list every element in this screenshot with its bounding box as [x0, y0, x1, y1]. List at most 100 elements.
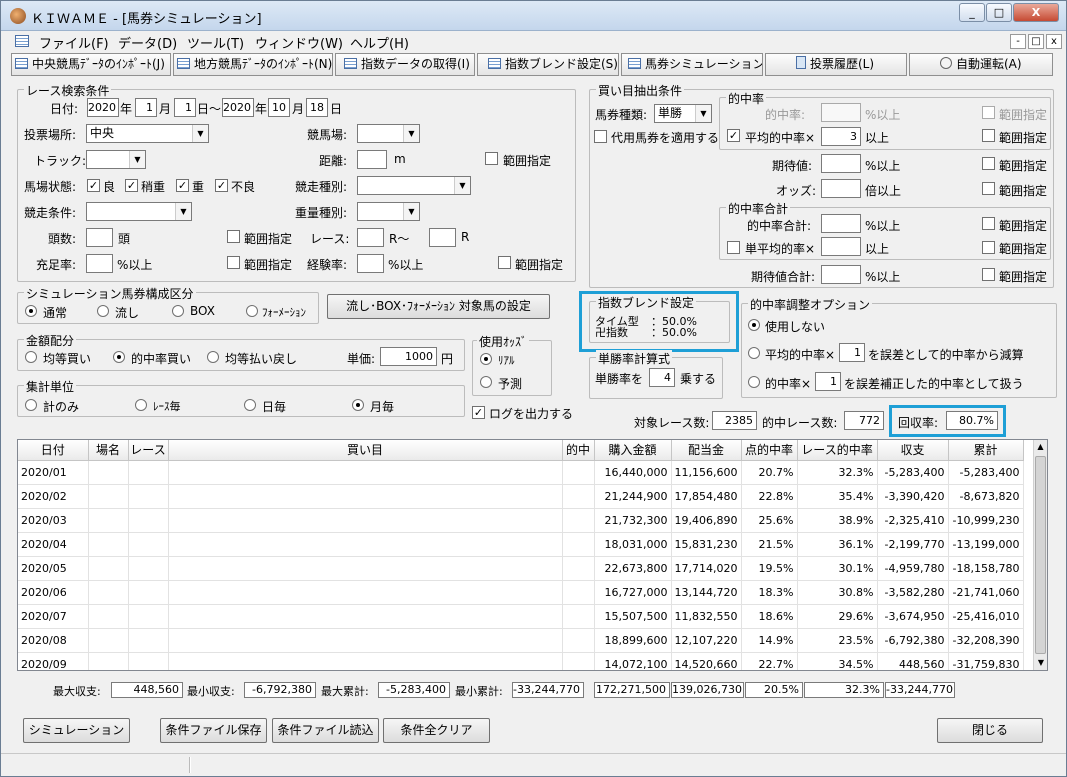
hit-rate-input[interactable] [821, 103, 861, 122]
sim-formation-radio[interactable] [246, 305, 258, 317]
to-month-input[interactable]: 10 [268, 98, 290, 117]
distance-input[interactable] [357, 150, 387, 169]
column-header[interactable]: 買い目 [168, 440, 563, 461]
column-header[interactable]: 配当金 [671, 440, 742, 461]
avg-hit-range-checkbox[interactable] [982, 129, 995, 142]
cond-good-checkbox[interactable]: ✓ [87, 179, 100, 192]
scroll-thumb[interactable] [1035, 456, 1046, 654]
substitute-ticket-checkbox[interactable] [594, 130, 607, 143]
menu-tools[interactable]: ツール(T) [187, 33, 244, 52]
mdi-close-button[interactable]: x [1046, 34, 1062, 49]
weight-type-select[interactable] [357, 202, 420, 221]
single-avg-input[interactable] [821, 237, 861, 256]
simulate-button[interactable]: シミュレーション [23, 718, 130, 743]
expected-value-input[interactable] [821, 154, 861, 173]
avg-hit-checkbox[interactable]: ✓ [727, 129, 740, 142]
column-header[interactable]: 累計 [948, 440, 1024, 461]
column-header[interactable]: 的中 [562, 440, 595, 461]
expected-range-checkbox[interactable] [982, 157, 995, 170]
column-header[interactable]: 収支 [877, 440, 949, 461]
to-year-input[interactable]: 2020 [222, 98, 254, 117]
mdi-minimize-button[interactable]: - [1010, 34, 1026, 49]
odds-range-checkbox[interactable] [982, 182, 995, 195]
course-select[interactable] [357, 124, 420, 143]
auto-run-button[interactable]: 自動運転(A) [909, 53, 1053, 76]
minimize-button[interactable]: _ [959, 3, 985, 22]
ticket-sim-button[interactable]: 馬券シミュレーション(B) [621, 53, 763, 76]
sim-box-radio[interactable] [172, 305, 184, 317]
close-button[interactable]: 閉じる [937, 718, 1043, 743]
table-scrollbar[interactable]: ▲ ▼ [1033, 440, 1047, 670]
table-row[interactable]: 2020/02 21,244,900 17,854,480 22.8% 35.4% -3,… [18, 484, 1024, 509]
cond-heavy-checkbox[interactable]: ✓ [176, 179, 189, 192]
race-from-input[interactable] [357, 228, 384, 247]
column-header[interactable]: 日付 [18, 440, 89, 461]
tansho-power-input[interactable]: 4 [649, 368, 675, 387]
hit-range-checkbox[interactable] [982, 106, 995, 119]
import-central-button[interactable]: 中央競馬ﾃﾞｰﾀのｲﾝﾎﾟｰﾄ(J) [11, 53, 171, 76]
distance-range-checkbox[interactable] [485, 152, 498, 165]
table-row[interactable]: 2020/01 16,440,000 11,156,600 20.7% 32.3% -5,… [18, 460, 1024, 485]
expected-total-range-checkbox[interactable] [982, 268, 995, 281]
agg-total-radio[interactable] [25, 399, 37, 411]
column-header[interactable]: 点的中率 [741, 440, 798, 461]
sim-nagashi-radio[interactable] [97, 305, 109, 317]
column-header[interactable]: レース [128, 440, 169, 461]
table-row[interactable]: 2020/08 18,899,600 12,107,220 14.9% 23.5% -6,… [18, 628, 1024, 653]
experience-rate-input[interactable] [357, 254, 384, 273]
agg-month-radio[interactable] [352, 399, 364, 411]
hit-total-range-checkbox[interactable] [982, 217, 995, 230]
adjust-none-radio[interactable] [748, 319, 760, 331]
heads-input[interactable] [86, 228, 113, 247]
odds-real-radio[interactable] [480, 353, 492, 365]
sim-normal-radio[interactable] [25, 305, 37, 317]
table-row[interactable]: 2020/07 15,507,500 11,832,550 18.6% 29.6% -3,… [18, 604, 1024, 629]
money-payout-radio[interactable] [207, 351, 219, 363]
scroll-down-icon[interactable]: ▼ [1034, 656, 1047, 670]
vote-history-button[interactable]: 投票履歴(L) [765, 53, 907, 76]
maximize-button[interactable]: □ [986, 3, 1012, 22]
clear-conditions-button[interactable]: 条件全クリア [383, 718, 490, 743]
cond-slightly-heavy-checkbox[interactable]: ✓ [125, 179, 138, 192]
column-header[interactable]: 場名 [88, 440, 129, 461]
menu-data[interactable]: データ(D) [118, 33, 177, 52]
race-condition-select[interactable] [86, 202, 192, 221]
mdi-restore-button[interactable]: □ [1028, 34, 1044, 49]
unit-price-input[interactable]: 1000 [380, 347, 437, 366]
expected-total-input[interactable] [821, 265, 861, 284]
column-header[interactable]: レース的中率 [797, 440, 878, 461]
money-hit-radio[interactable] [113, 351, 125, 363]
table-row[interactable]: 2020/05 22,673,800 17,714,020 19.5% 30.1% -4,… [18, 556, 1024, 581]
adjust-subtract-input[interactable]: 1 [839, 343, 865, 362]
import-local-button[interactable]: 地方競馬ﾃﾞｰﾀのｲﾝﾎﾟｰﾄ(N) [173, 53, 333, 76]
heads-range-checkbox[interactable] [227, 230, 240, 243]
menu-file[interactable]: ファイル(F) [39, 33, 109, 52]
index-blend-button[interactable]: 指数ブレンド設定(S) [477, 53, 619, 76]
avg-hit-input[interactable]: 3 [821, 127, 861, 146]
odds-forecast-radio[interactable] [480, 376, 492, 388]
table-row[interactable]: 2020/03 21,732,300 19,406,890 25.6% 38.9% -2,… [18, 508, 1024, 533]
from-year-input[interactable]: 2020 [87, 98, 119, 117]
agg-race-radio[interactable] [135, 399, 147, 411]
race-to-input[interactable] [429, 228, 456, 247]
adjust-correct-radio[interactable] [748, 376, 760, 388]
to-day-input[interactable]: 18 [306, 98, 328, 117]
agg-day-radio[interactable] [244, 399, 256, 411]
results-table[interactable]: 日付 場名 レース 買い目 的中 購入金額 配当金 点的中率 レース的中率 収支 累計 2020/0… [17, 439, 1048, 671]
fetch-index-button[interactable]: 指数データの取得(I) [335, 53, 475, 76]
menu-help[interactable]: ヘルプ(H) [350, 33, 409, 52]
log-output-checkbox[interactable]: ✓ [472, 406, 485, 419]
load-conditions-button[interactable]: 条件ファイル読込 [272, 718, 379, 743]
race-type-select[interactable] [357, 176, 471, 195]
adjust-correct-input[interactable]: 1 [815, 372, 841, 391]
single-avg-checkbox[interactable] [727, 241, 740, 254]
hit-total-input[interactable] [821, 214, 861, 233]
table-row[interactable]: 2020/06 16,727,000 13,144,720 18.3% 30.8% -3,… [18, 580, 1024, 605]
single-avg-range-checkbox[interactable] [982, 241, 995, 254]
odds-input[interactable] [821, 179, 861, 198]
venue-select[interactable]: 中央 [86, 124, 209, 143]
track-select[interactable] [86, 150, 146, 169]
table-row[interactable]: 2020/09 14,072,100 14,520,660 22.7% 34.5% 448… [18, 652, 1024, 670]
from-month-input[interactable]: 1 [135, 98, 157, 117]
table-row[interactable]: 2020/04 18,031,000 15,831,230 21.5% 36.1% -2,… [18, 532, 1024, 557]
